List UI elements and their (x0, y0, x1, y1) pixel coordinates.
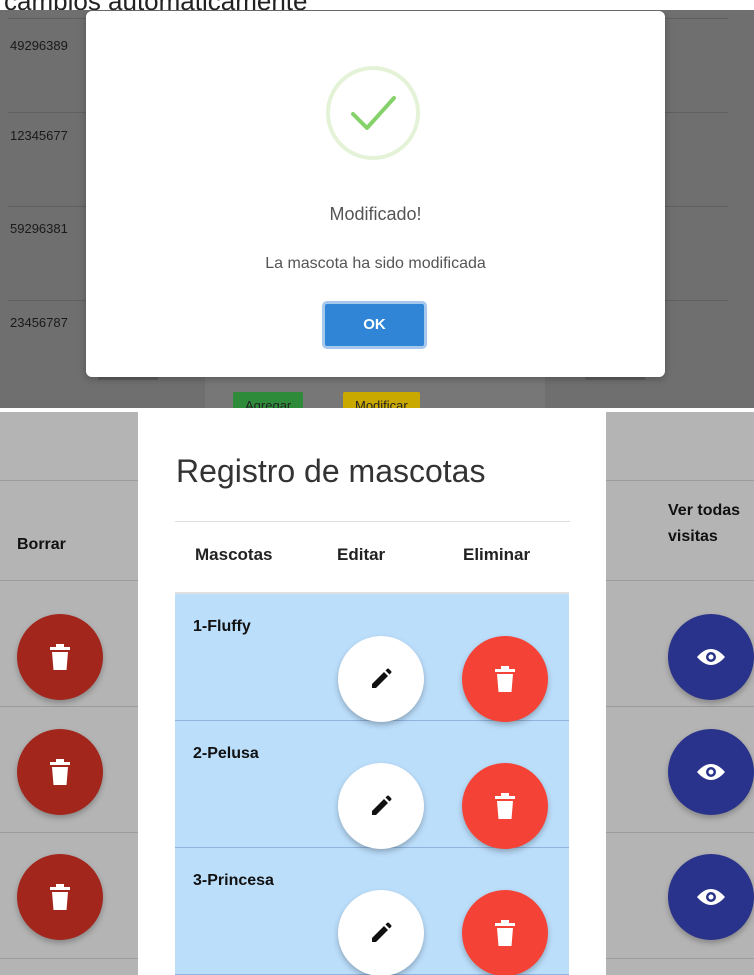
pets-table: 1-Fluffy 2-Pelusa 3-Princesa (175, 592, 569, 975)
dialog-message: La mascota ha sido modificada (265, 255, 486, 272)
edit-pet-button[interactable] (338, 890, 424, 975)
delete-column-header: Borrar (17, 536, 66, 553)
view-visits-button (668, 614, 754, 700)
view-visits-column-header: Ver todas visitas (668, 502, 741, 545)
trash-icon (50, 759, 70, 785)
pencil-icon (372, 668, 392, 688)
list-phone: 12345677 (10, 128, 68, 143)
trash-icon (50, 644, 70, 670)
add-button: Agregar (233, 392, 304, 408)
delete-button (17, 729, 103, 815)
success-icon (326, 66, 420, 160)
modify-button: Modificar (343, 392, 420, 408)
table-row: 1-Fluffy (175, 594, 569, 722)
trash-icon (495, 666, 515, 692)
delete-pet-button[interactable] (462, 890, 548, 975)
trash-icon (495, 920, 515, 946)
pets-screenshot: Borrar Ver todas visitas Registro de mas… (0, 412, 754, 975)
pets-column-header: Mascotas (195, 545, 273, 564)
pencil-icon (372, 922, 392, 942)
pet-name: 1-Fluffy (193, 618, 251, 635)
eye-icon (697, 764, 725, 780)
table-row: 2-Pelusa (175, 721, 569, 849)
success-dialog: Modificado! La mascota ha sido modificad… (86, 11, 665, 377)
pets-dialog: Registro de mascotas Mascotas Editar Eli… (138, 412, 606, 975)
edit-column-header: Editar (337, 545, 386, 564)
list-phone: 59296381 (10, 221, 68, 236)
edit-pet-button[interactable] (338, 636, 424, 722)
list-phone: 23456787 (10, 315, 68, 330)
trash-icon (50, 884, 70, 910)
delete-button (17, 854, 103, 940)
view-visits-button (668, 729, 754, 815)
ok-button[interactable]: OK (322, 301, 427, 349)
delete-pet-button[interactable] (462, 763, 548, 849)
dialog-title: Modificado! (329, 204, 422, 224)
delete-pet-button[interactable] (462, 636, 548, 722)
trash-icon (495, 793, 515, 819)
list-phone: 49296389 (10, 38, 68, 53)
pencil-icon (372, 795, 392, 815)
table-row: 3-Princesa (175, 848, 569, 975)
view-visits-button (668, 854, 754, 940)
modal-screenshot: 49296389 12345677 59296381 23456787 Agre… (0, 10, 754, 408)
title-divider (175, 521, 570, 522)
pet-name: 3-Princesa (193, 872, 274, 889)
delete-column-header: Eliminar (463, 545, 531, 564)
delete-button (17, 614, 103, 700)
pet-name: 2-Pelusa (193, 745, 259, 762)
checkmark-icon (351, 96, 396, 130)
eye-icon (697, 649, 725, 665)
dialog-title: Registro de mascotas (176, 453, 486, 489)
edit-pet-button[interactable] (338, 763, 424, 849)
eye-icon (697, 889, 725, 905)
